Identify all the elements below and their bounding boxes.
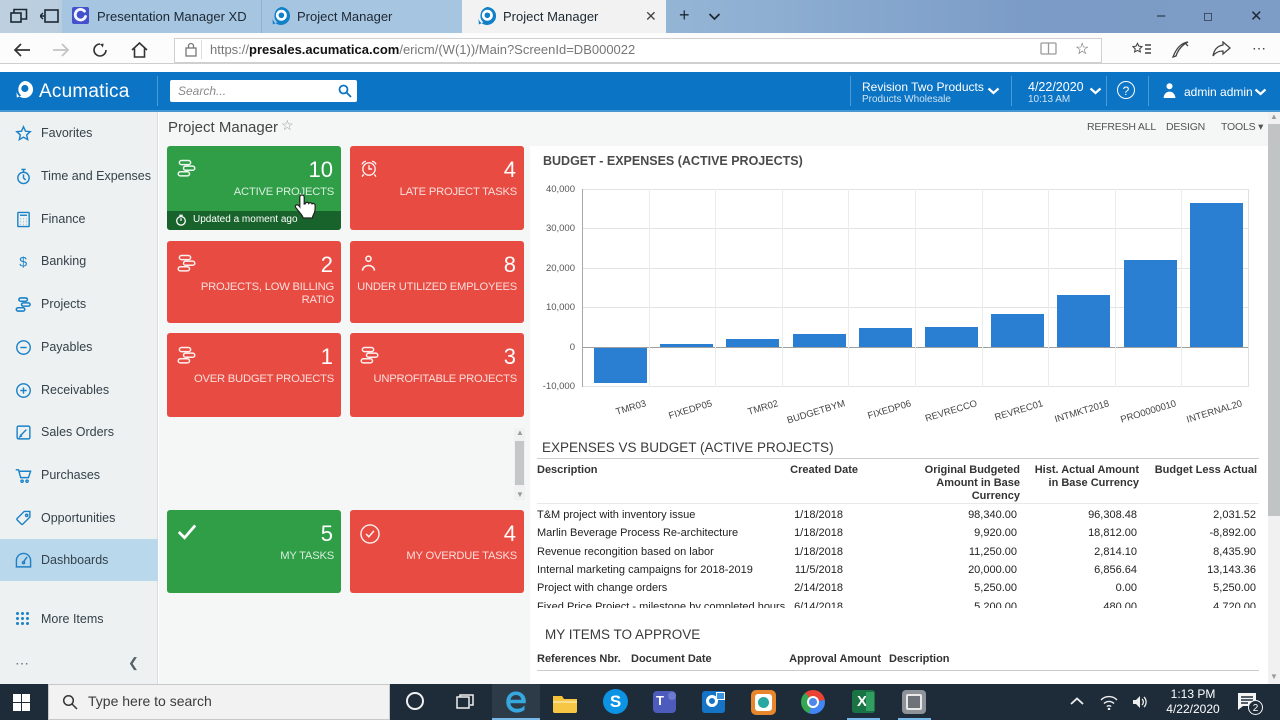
svg-text:$: $ — [19, 254, 27, 270]
